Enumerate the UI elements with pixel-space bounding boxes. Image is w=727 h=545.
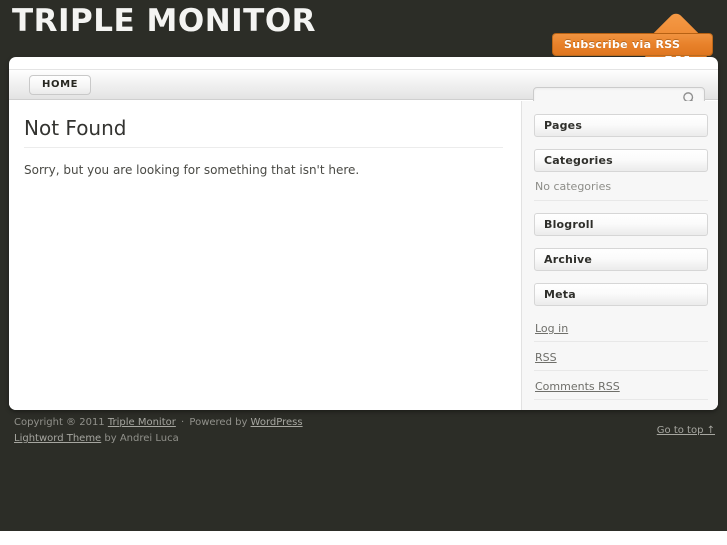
browser-page: TRIPLE MONITOR Subscribe via RSS HOME No… — [0, 0, 727, 545]
sidebar: Pages Categories No categories Blogroll … — [521, 101, 718, 410]
not-found-message: Sorry, but you are looking for something… — [24, 163, 360, 177]
footer-line-2: Lightword Theme by Andrei Luca — [14, 431, 303, 447]
widget-title-meta[interactable]: Meta — [534, 283, 708, 306]
widget-blogroll: Blogroll — [534, 213, 708, 236]
nav-item-home[interactable]: HOME — [29, 75, 92, 95]
list-item: Comments RSS — [534, 371, 708, 400]
go-to-top-link[interactable]: Go to top ↑ — [657, 425, 715, 436]
meta-link-rss[interactable]: RSS — [535, 351, 557, 364]
footer-powered-by: Powered by — [189, 417, 251, 428]
footer-line-1: Copyright ® 2011 Triple Monitor · Powere… — [14, 415, 303, 431]
main-navigation: HOME — [9, 69, 718, 109]
list-item: Log in — [534, 313, 708, 342]
widget-title-blogroll[interactable]: Blogroll — [534, 213, 708, 236]
footer-credits: Copyright ® 2011 Triple Monitor · Powere… — [14, 415, 303, 447]
widget-title-pages[interactable]: Pages — [534, 114, 708, 137]
footer-wordpress-link[interactable]: WordPress — [251, 417, 303, 428]
list-item: RSS — [534, 342, 708, 371]
footer-separator: · — [177, 417, 188, 428]
meta-link-login[interactable]: Log in — [535, 322, 568, 335]
footer-site-link[interactable]: Triple Monitor — [108, 417, 176, 428]
main-content: Not Found Sorry, but you are looking for… — [9, 101, 521, 410]
widget-archive: Archive — [534, 248, 708, 271]
widget-title-archive[interactable]: Archive — [534, 248, 708, 271]
widget-pages: Pages — [534, 114, 708, 137]
meta-links-list: Log in RSS Comments RSS — [534, 313, 708, 400]
meta-link-comments-rss[interactable]: Comments RSS — [535, 380, 620, 393]
widget-meta: Meta Log in RSS Comments RSS — [534, 283, 708, 400]
title-divider — [24, 147, 503, 148]
categories-empty-text: No categories — [534, 180, 708, 201]
footer-theme-link[interactable]: Lightword Theme — [14, 433, 101, 444]
site-footer: Copyright ® 2011 Triple Monitor · Powere… — [0, 410, 727, 470]
footer-copyright-prefix: Copyright ® 2011 — [14, 417, 108, 428]
page-container: HOME Not Found Sorry, but you are lookin… — [9, 57, 718, 410]
page-title: Not Found — [24, 116, 127, 140]
widget-categories: Categories No categories — [534, 149, 708, 201]
footer-theme-author: by Andrei Luca — [101, 433, 179, 444]
subscribe-rss-button[interactable]: Subscribe via RSS — [552, 33, 714, 56]
site-title: TRIPLE MONITOR — [12, 3, 317, 39]
go-to-top: Go to top ↑ — [657, 423, 715, 439]
widget-title-categories[interactable]: Categories — [534, 149, 708, 172]
